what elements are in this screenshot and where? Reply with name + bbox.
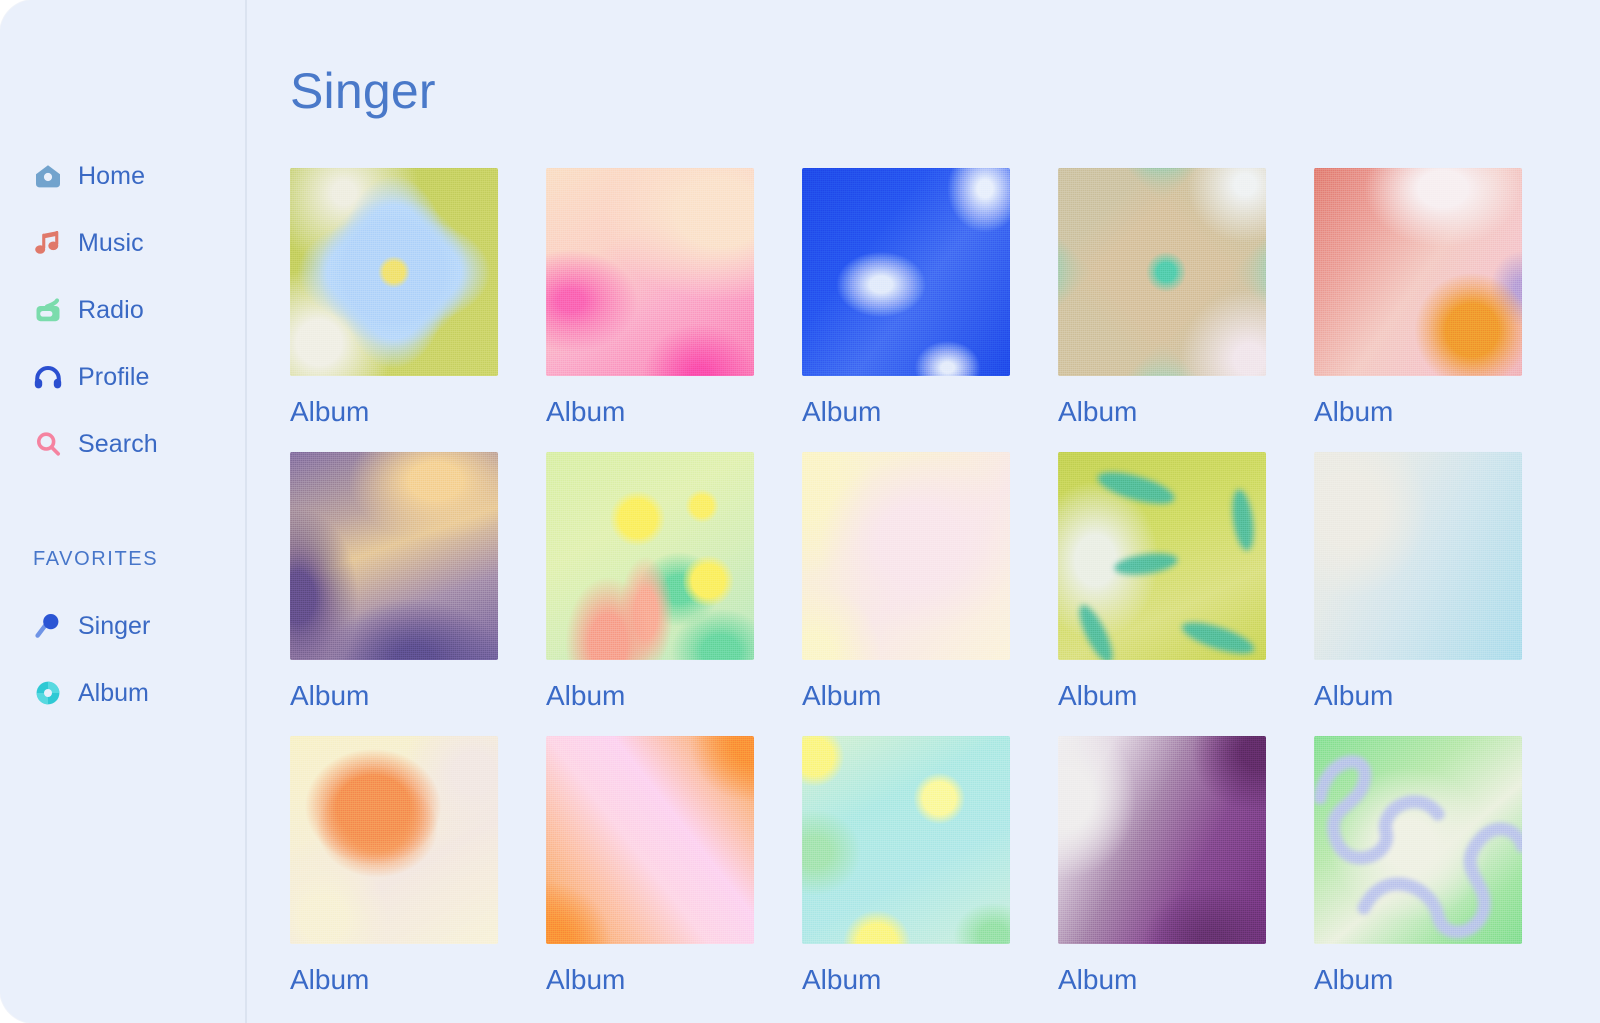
cover-grain xyxy=(546,452,754,660)
album-card[interactable]: Album xyxy=(1314,168,1522,426)
album-title: Album xyxy=(1058,682,1266,710)
cover-grain xyxy=(1058,736,1266,944)
cover-grain xyxy=(802,736,1010,944)
album-cover-art[interactable] xyxy=(546,452,754,660)
album-cover-art[interactable] xyxy=(1058,168,1266,376)
album-title: Album xyxy=(802,682,1010,710)
sidebar-item-radio[interactable]: Radio xyxy=(0,286,247,334)
album-title: Album xyxy=(1314,398,1522,426)
album-title: Album xyxy=(1058,398,1266,426)
album-card[interactable]: Album xyxy=(290,452,498,710)
album-title: Album xyxy=(1058,966,1266,994)
sidebar-item-profile[interactable]: Profile xyxy=(0,353,247,401)
sidebar-item-singer[interactable]: Singer xyxy=(0,603,247,649)
album-title: Album xyxy=(290,398,498,426)
cover-grain xyxy=(290,168,498,376)
album-cover-art[interactable] xyxy=(802,736,1010,944)
sidebar-item-music[interactable]: Music xyxy=(0,219,247,267)
album-cover-art[interactable] xyxy=(802,452,1010,660)
sidebar-item-label: Radio xyxy=(78,298,144,323)
headphones-icon xyxy=(33,362,63,392)
album-title: Album xyxy=(802,398,1010,426)
sidebar-item-home[interactable]: Home xyxy=(0,152,247,200)
album-cover-art[interactable] xyxy=(1058,736,1266,944)
album-cover-art[interactable] xyxy=(546,736,754,944)
album-cover-art[interactable] xyxy=(1314,168,1522,376)
radio-icon xyxy=(33,295,63,325)
album-card[interactable]: Album xyxy=(290,168,498,426)
cover-grain xyxy=(290,736,498,944)
album-card[interactable]: Album xyxy=(802,168,1010,426)
album-card[interactable]: Album xyxy=(802,736,1010,994)
sidebar: Home Music xyxy=(0,0,247,1023)
album-card[interactable]: Album xyxy=(1058,168,1266,426)
sidebar-item-label: Profile xyxy=(78,365,150,390)
cover-grain xyxy=(546,168,754,376)
squiggle-shapes xyxy=(1314,736,1522,944)
album-card[interactable]: Album xyxy=(1314,452,1522,710)
album-card[interactable]: Album xyxy=(802,452,1010,710)
album-cover-art[interactable] xyxy=(290,736,498,944)
album-card[interactable]: Album xyxy=(290,736,498,994)
cover-grain xyxy=(546,736,754,944)
album-card[interactable]: Album xyxy=(546,168,754,426)
album-cover-art[interactable] xyxy=(290,168,498,376)
album-card[interactable]: Album xyxy=(1314,736,1522,994)
music-note-icon xyxy=(33,228,63,258)
album-title: Album xyxy=(802,966,1010,994)
sidebar-item-label: Music xyxy=(78,231,144,256)
album-title: Album xyxy=(546,966,754,994)
birdhouse-icon xyxy=(33,161,63,191)
album-title: Album xyxy=(546,682,754,710)
album-cover-art[interactable] xyxy=(1058,452,1266,660)
primary-nav: Home Music xyxy=(0,152,247,487)
album-cover-art[interactable] xyxy=(290,452,498,660)
sidebar-item-label: Album xyxy=(78,681,149,706)
cover-grain xyxy=(1314,168,1522,376)
microphone-icon xyxy=(33,611,63,641)
sidebar-item-search[interactable]: Search xyxy=(0,420,247,468)
sidebar-item-label: Search xyxy=(78,432,158,457)
album-title: Album xyxy=(1314,682,1522,710)
search-icon xyxy=(33,429,63,459)
main-content: Singer Album Album Album xyxy=(249,0,1600,1023)
album-title: Album xyxy=(290,966,498,994)
album-cover-art[interactable] xyxy=(1314,452,1522,660)
album-title: Album xyxy=(290,682,498,710)
page-title: Singer xyxy=(290,62,436,120)
album-card[interactable]: Album xyxy=(1058,736,1266,994)
album-title: Album xyxy=(546,398,754,426)
album-card[interactable]: Album xyxy=(546,452,754,710)
cover-grain xyxy=(1314,452,1522,660)
cover-grain xyxy=(802,452,1010,660)
favorites-nav: Singer Album xyxy=(0,603,247,737)
cover-grain xyxy=(290,452,498,660)
app-window: Home Music xyxy=(0,0,1600,1023)
favorites-heading: FAVORITES xyxy=(33,548,158,571)
album-card[interactable]: Album xyxy=(546,736,754,994)
album-card[interactable]: Album xyxy=(1058,452,1266,710)
album-title: Album xyxy=(1314,966,1522,994)
leaf-shapes xyxy=(1058,452,1266,660)
album-grid: Album Album Album Album xyxy=(290,168,1600,994)
cover-grain xyxy=(1058,168,1266,376)
album-cover-art[interactable] xyxy=(1314,736,1522,944)
cover-grain xyxy=(802,168,1010,376)
sidebar-item-label: Singer xyxy=(78,614,150,639)
album-cover-art[interactable] xyxy=(802,168,1010,376)
vinyl-disc-icon xyxy=(33,678,63,708)
sidebar-item-label: Home xyxy=(78,164,145,189)
album-cover-art[interactable] xyxy=(546,168,754,376)
sidebar-item-album[interactable]: Album xyxy=(0,670,247,716)
